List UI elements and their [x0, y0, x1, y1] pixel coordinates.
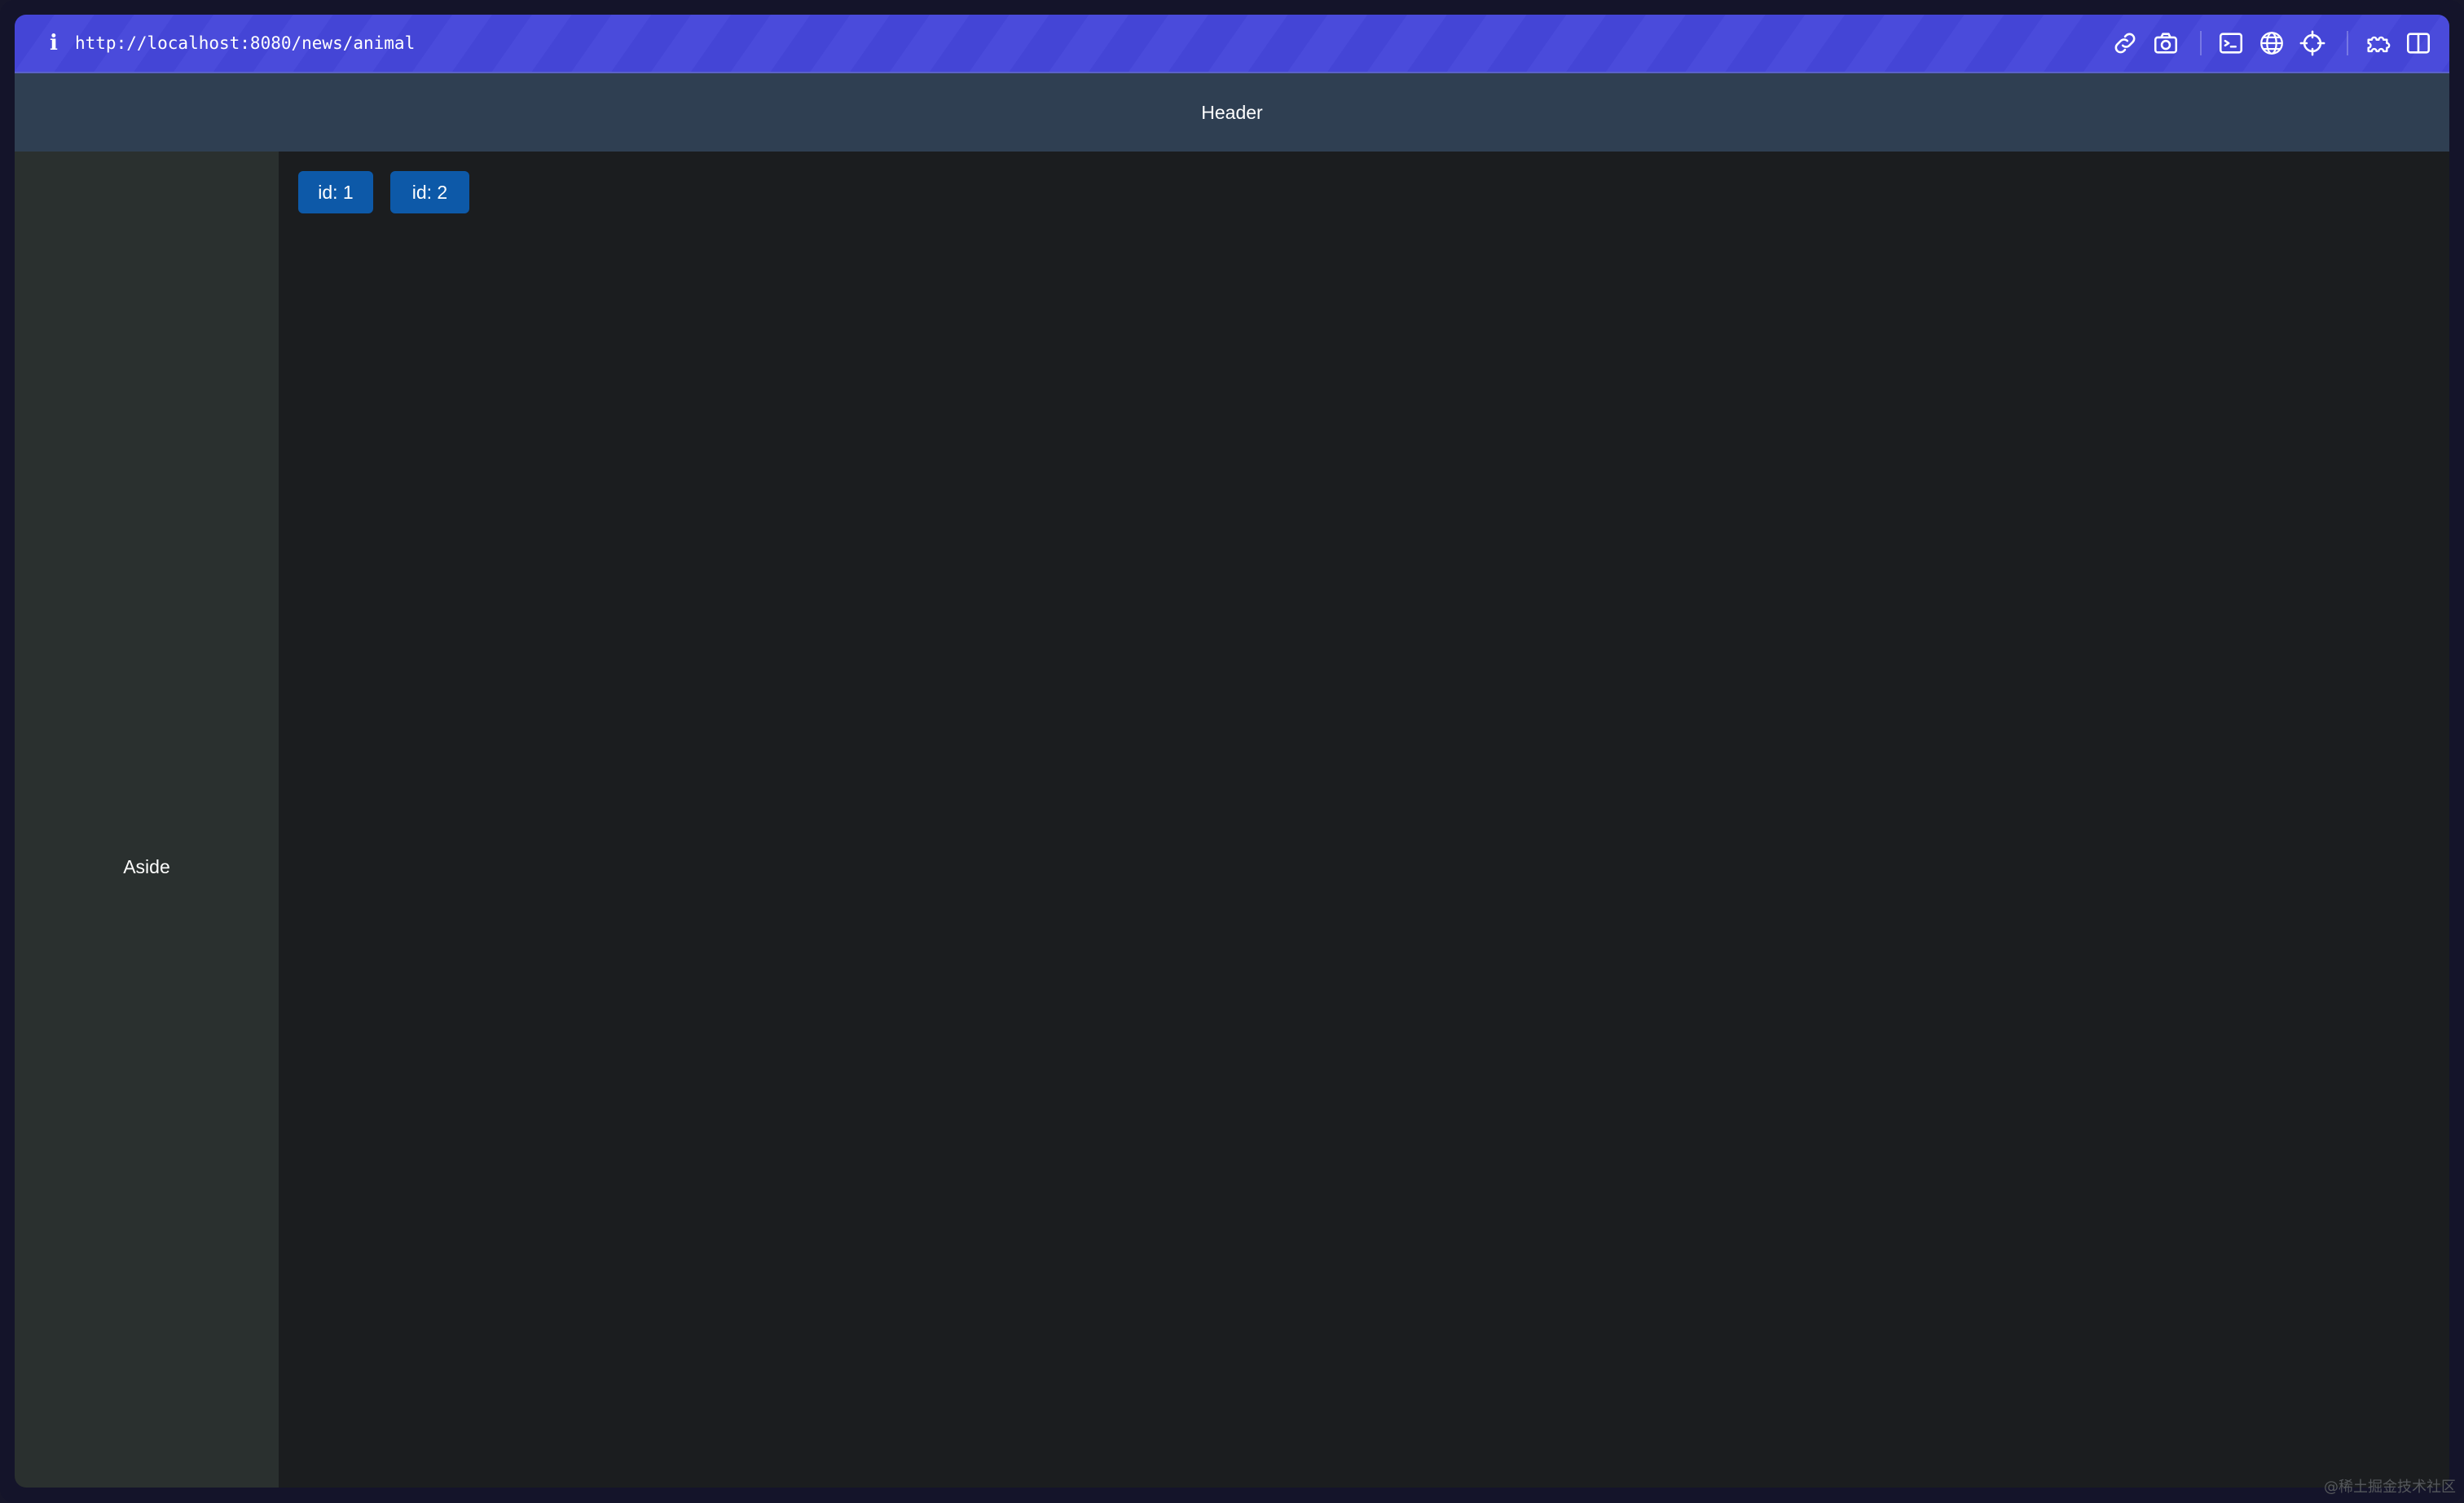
main-content: id: 1 id: 2 — [279, 152, 2449, 1488]
watermark: @稀土掘金技术社区 — [2324, 1479, 2456, 1496]
screen-frame: i http://localhost:8080/news/animal Head… — [0, 0, 2464, 1503]
camera-icon[interactable] — [2152, 29, 2180, 57]
toolbar-separator — [2200, 31, 2202, 55]
url-bar[interactable]: i http://localhost:8080/news/animal — [15, 15, 2449, 72]
header-title: Header — [1201, 102, 1263, 123]
sidebar-label: Aside — [123, 856, 170, 877]
toolbar-separator — [2347, 31, 2348, 55]
extension-icon[interactable] — [2364, 29, 2391, 57]
terminal-icon[interactable] — [2217, 29, 2245, 57]
page-header: Header — [15, 72, 2449, 152]
crosshair-icon[interactable] — [2299, 29, 2326, 57]
link-icon[interactable] — [2111, 29, 2139, 57]
url-text[interactable]: http://localhost:8080/news/animal — [75, 15, 415, 72]
sidebar: Aside — [15, 152, 279, 1488]
info-icon[interactable]: i — [39, 29, 68, 58]
id-2-button[interactable]: id: 2 — [390, 171, 469, 213]
split-view-icon[interactable] — [2405, 29, 2432, 57]
globe-icon[interactable] — [2258, 29, 2286, 57]
id-1-button[interactable]: id: 1 — [298, 171, 373, 213]
browser-window: i http://localhost:8080/news/animal Head… — [15, 15, 2449, 1488]
